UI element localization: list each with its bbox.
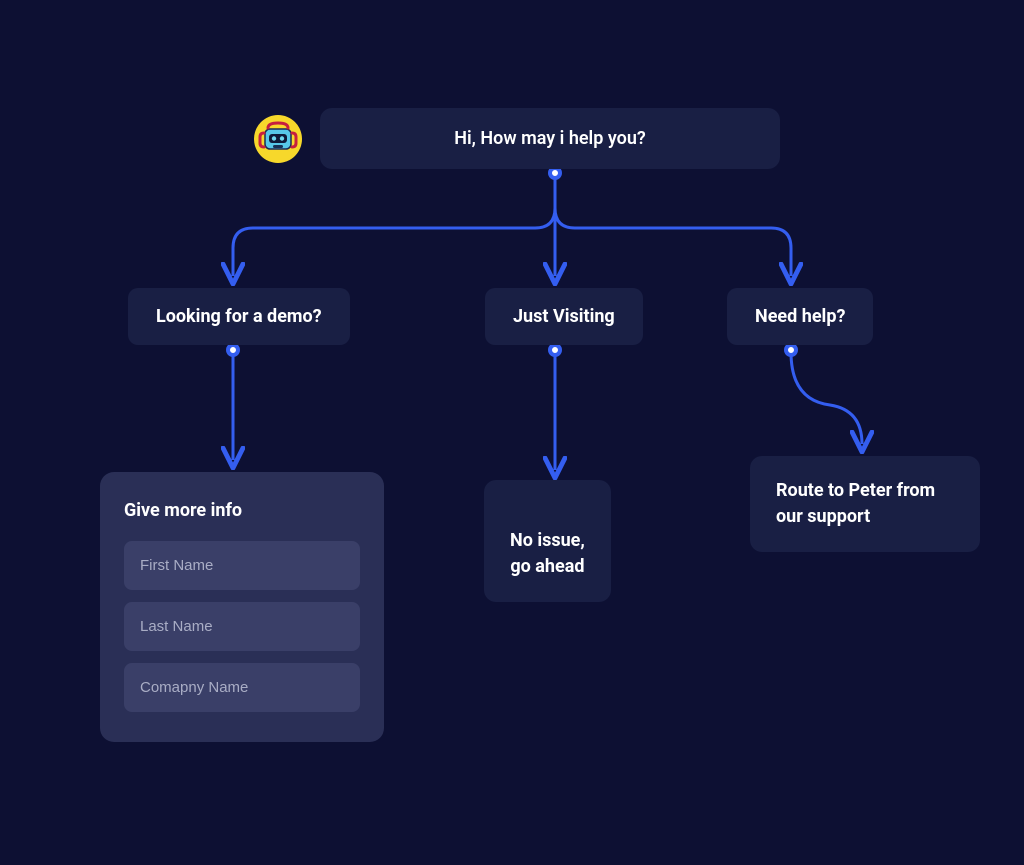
result-node-visiting[interactable]: No issue, go ahead [484, 480, 611, 602]
result-text: Route to Peter from our support [776, 480, 935, 527]
robot-icon [258, 119, 298, 159]
option-node-demo[interactable]: Looking for a demo? [128, 288, 350, 345]
company-name-input[interactable] [124, 663, 360, 712]
form-card[interactable]: Give more info [100, 472, 384, 742]
root-message-node[interactable]: Hi, How may i help you? [320, 108, 780, 169]
first-name-input[interactable] [124, 541, 360, 590]
option-node-help[interactable]: Need help? [727, 288, 873, 345]
chatbot-flow-diagram: Hi, How may i help you? Looking for a de… [0, 0, 1024, 865]
root-message-text: Hi, How may i help you? [454, 128, 645, 149]
form-title: Give more info [124, 500, 360, 521]
bot-avatar [254, 115, 302, 163]
last-name-input[interactable] [124, 602, 360, 651]
result-text: No issue, go ahead [510, 530, 585, 577]
option-label: Need help? [755, 306, 845, 327]
option-label: Looking for a demo? [156, 306, 322, 327]
option-node-visiting[interactable]: Just Visiting [485, 288, 643, 345]
result-node-help[interactable]: Route to Peter from our support [750, 456, 980, 552]
option-label: Just Visiting [513, 306, 615, 327]
